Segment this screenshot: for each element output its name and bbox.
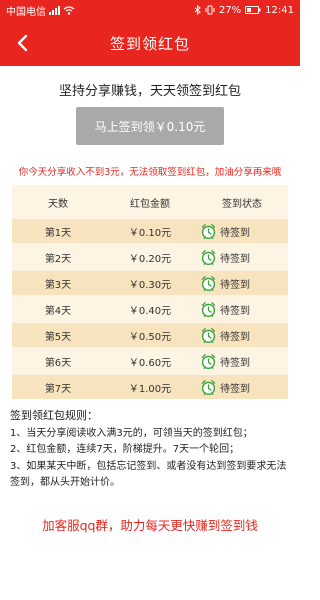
status-cell: 待签到 [196,327,288,344]
day-cell: 第7天 [44,383,72,395]
header-status: 签到状态 [222,198,262,210]
day-cell: 第2天 [44,253,72,265]
clock-time: 12:41 [265,4,294,16]
amount-cell: ￥0.60元 [128,357,172,369]
status-left: 中国电信 [6,3,75,18]
battery-icon [245,6,261,14]
alarm-clock-icon [201,223,216,239]
amount-cell: ￥0.50元 [128,331,172,343]
table-row: 第3天 ￥0.30元 待签到 [12,271,288,295]
status-cell: 待签到 [196,379,288,396]
alarm-clock-icon [201,353,216,369]
day-cell: 第6天 [44,357,72,369]
chevron-left-icon [17,34,28,52]
header-amount: 红包金额 [130,198,170,210]
table-row: 第6天 ￥0.60元 待签到 [12,349,288,373]
notice-text: 你今天分享收入不到3元，无法领取签到红包，加油分享再来哦 [18,167,282,178]
status-cell: 待签到 [196,301,288,318]
status-label: 待签到 [220,279,250,291]
status-bar: 中国电信 27% 12:41 [0,0,300,20]
battery-percent: 27% [218,4,242,16]
amount-cell: ￥0.20元 [128,253,172,265]
table-row: 第7天 ￥1.00元 待签到 [12,375,288,399]
table-row: 第2天 ￥0.20元 待签到 [12,245,288,269]
status-cell: 待签到 [196,249,288,266]
status-label: 待签到 [220,383,250,395]
alarm-clock-icon [201,379,216,395]
page-title: 签到领红包 [109,34,190,53]
alarm-clock-icon [201,301,216,317]
status-cell: 待签到 [196,353,288,370]
join-qq-group-link[interactable]: 加客服qq群，助力每天更快赚到签到钱 [0,515,300,534]
table-row: 第5天 ￥0.50元 待签到 [12,323,288,347]
table-rows: 第1天 ￥0.10元 待签到 第2天 ￥0.20元 待签到 第3天 ￥0.30元 待签到 第4天 ￥… [12,219,288,399]
back-button[interactable] [8,29,36,57]
wifi-icon [63,5,75,15]
rules-title: 签到领红包规则： [10,409,98,422]
table-row: 第4天 ￥0.40元 待签到 [12,297,288,321]
status-label: 待签到 [220,305,250,317]
amount-cell: ￥0.40元 [128,305,172,317]
sign-in-button[interactable]: 马上签到领￥0.10元 [76,107,224,145]
alarm-clock-icon [201,275,216,291]
rules-section: 签到领红包规则： 1、当天分享阅读收入满3元的，可领当天的签到红包； 2、红包金… [10,408,292,492]
status-cell: 待签到 [196,275,288,292]
rule-item: 1、当天分享阅读收入满3元的，可领当天的签到红包； [10,427,253,439]
bluetooth-icon [194,5,201,15]
amount-cell: ￥0.10元 [128,227,172,239]
amount-cell: ￥0.30元 [128,279,172,291]
status-right: 27% 12:41 [194,5,294,16]
rule-item: 2、红包金额，连续7天，阶梯提升。7天一个轮回； [10,444,240,455]
alarm-clock-icon [201,327,216,343]
vibrate-icon [205,5,215,15]
day-cell: 第3天 [44,279,72,291]
signal-icon [49,5,60,15]
reward-table: 天数 红包金额 签到状态 第1天 ￥0.10元 待签到 第2天 ￥0.20元 待签到 第3天… [12,185,288,399]
status-label: 待签到 [220,253,250,265]
status-cell: 待签到 [196,223,288,240]
header-day: 天数 [48,198,68,210]
amount-cell: ￥1.00元 [128,383,172,395]
status-label: 待签到 [220,331,250,343]
slogan-text: 坚持分享赚钱，天天领签到红包 [58,84,241,99]
rule-item: 3、如果某天中断，包括忘记签到、或者没有达到签到要求无法签到，都从头开始计价。 [10,460,287,489]
day-cell: 第4天 [44,305,72,317]
status-label: 待签到 [220,227,250,239]
table-row: 第1天 ￥0.10元 待签到 [12,219,288,243]
status-label: 待签到 [220,357,250,369]
header-bar: 签到领红包 [0,20,300,66]
table-header: 天数 红包金额 签到状态 [12,185,288,219]
day-cell: 第1天 [44,227,72,239]
alarm-clock-icon [201,249,216,265]
carrier-label: 中国电信 [6,6,46,18]
day-cell: 第5天 [44,331,72,343]
